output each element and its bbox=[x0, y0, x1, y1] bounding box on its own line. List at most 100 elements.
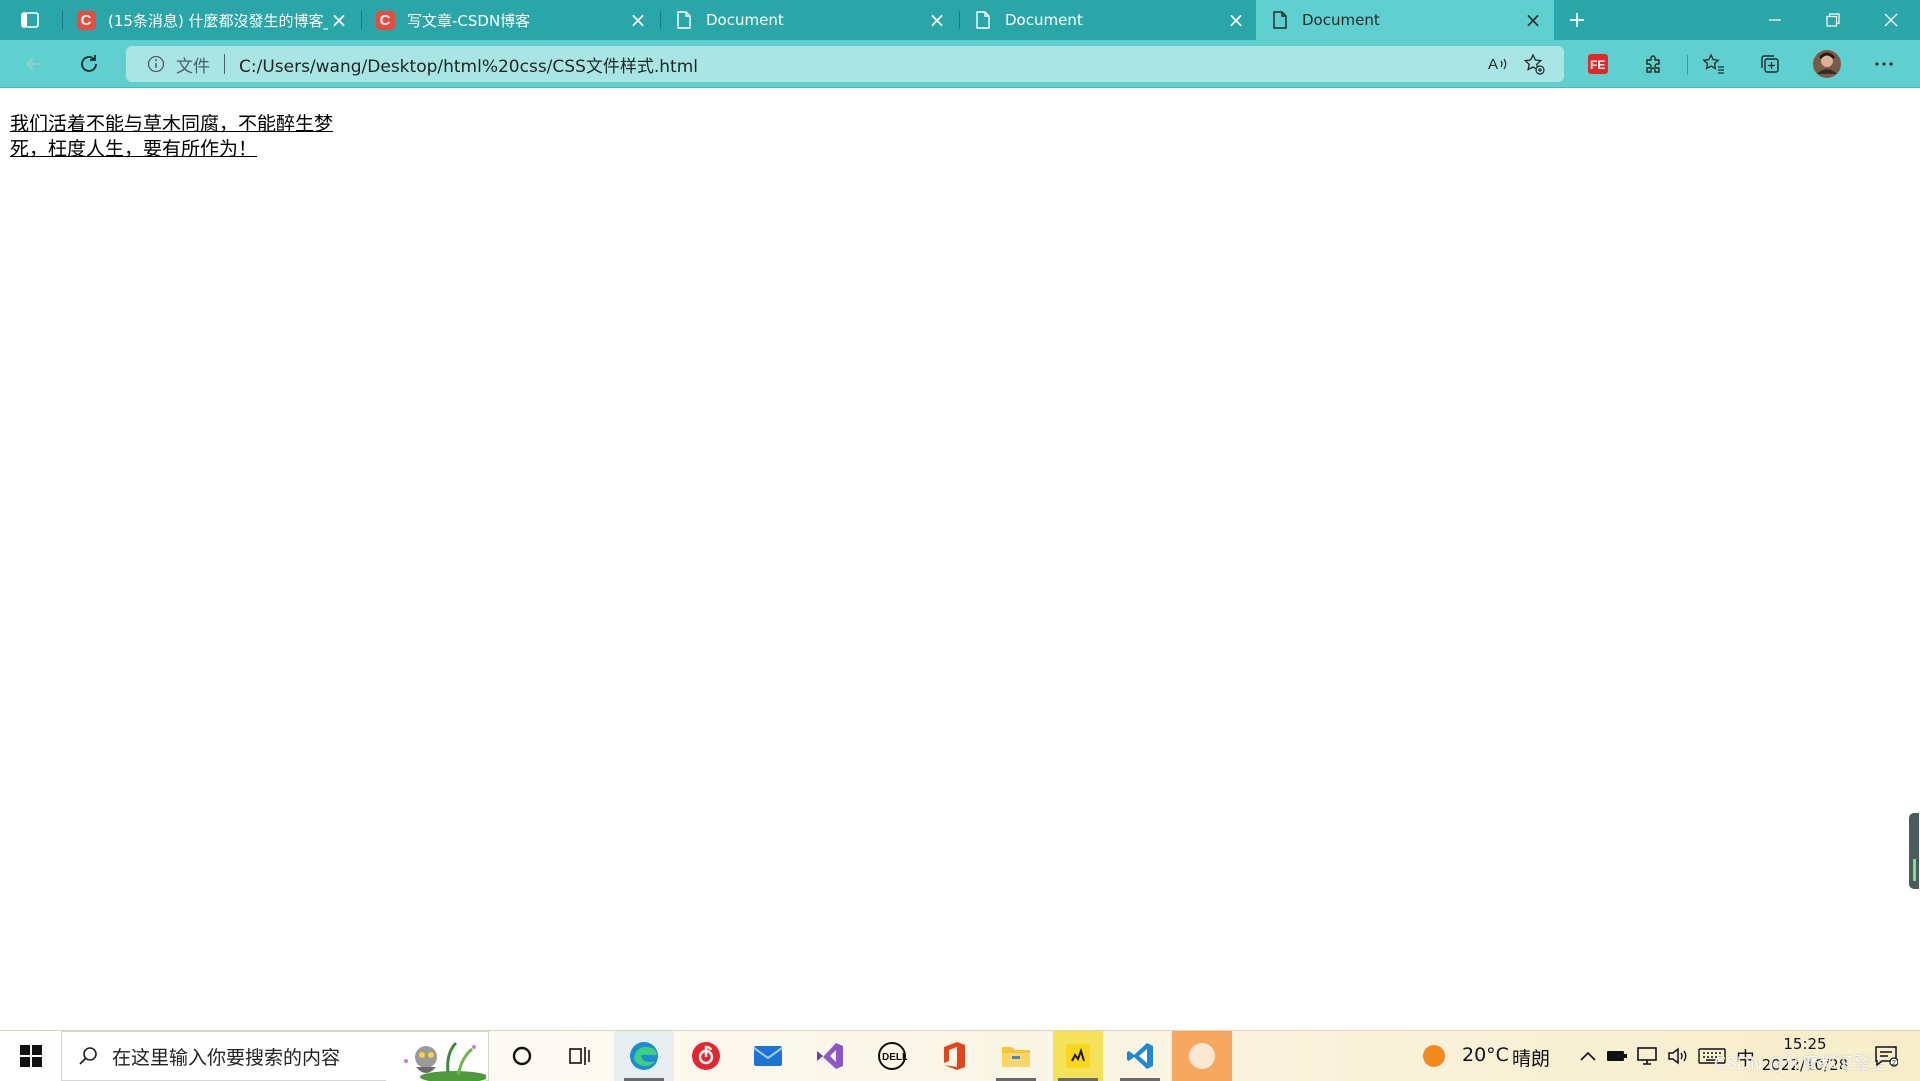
tab-title: Document bbox=[706, 11, 784, 29]
refresh-button[interactable] bbox=[69, 44, 109, 84]
address-divider bbox=[224, 54, 225, 74]
taskbar-file-explorer[interactable] bbox=[991, 1031, 1041, 1081]
add-favorite-icon[interactable] bbox=[1516, 46, 1552, 82]
address-bar[interactable]: 文件 C:/Users/wang/Desktop/html%20css/CSS文… bbox=[126, 46, 1564, 82]
back-button[interactable] bbox=[14, 44, 54, 84]
address-url[interactable]: C:/Users/wang/Desktop/html%20css/CSS文件样式… bbox=[239, 52, 1480, 77]
collections-button[interactable] bbox=[1750, 44, 1790, 84]
page-quote-text: 我们活着不能与草木同腐，不能醉生梦死，枉度人生，要有所作为！ bbox=[10, 113, 334, 160]
close-window-button[interactable] bbox=[1862, 0, 1920, 40]
visual-studio-icon bbox=[817, 1043, 843, 1069]
restore-icon bbox=[1826, 13, 1840, 27]
extensions-button[interactable] bbox=[1634, 44, 1674, 84]
dell-icon: DELL bbox=[878, 1042, 907, 1070]
app-circle-icon bbox=[1189, 1043, 1215, 1069]
favorites-icon bbox=[1702, 53, 1724, 74]
folder-icon bbox=[1002, 1047, 1030, 1067]
cortana-icon bbox=[512, 1046, 532, 1066]
tab-separator bbox=[62, 11, 63, 29]
tab-csdn-write[interactable]: C 写文章-CSDN博客 × bbox=[361, 0, 659, 40]
tab-close-icon[interactable]: × bbox=[1225, 9, 1247, 31]
side-panel-handle[interactable] bbox=[1909, 813, 1919, 889]
tab-title: Document bbox=[1302, 11, 1380, 29]
taskbar-search-box[interactable]: 在这里输入你要搜索的内容 bbox=[61, 1031, 489, 1081]
tab-title: 写文章-CSDN博客 bbox=[407, 11, 531, 30]
taskbar-office[interactable] bbox=[929, 1031, 979, 1081]
search-placeholder: 在这里输入你要搜索的内容 bbox=[112, 1046, 341, 1069]
avatar bbox=[1813, 50, 1841, 78]
tab-document-1[interactable]: Document × bbox=[660, 0, 958, 40]
task-view-button[interactable] bbox=[555, 1031, 605, 1081]
tab-close-icon[interactable]: × bbox=[1522, 9, 1544, 31]
svg-text:A: A bbox=[1488, 56, 1498, 73]
extension-fe-button[interactable]: FE bbox=[1578, 44, 1618, 84]
network-icon[interactable] bbox=[1634, 1031, 1662, 1081]
page-icon bbox=[973, 10, 993, 30]
edge-icon bbox=[630, 1042, 658, 1070]
taskbar-sticky-app[interactable] bbox=[1053, 1031, 1103, 1081]
battery-icon[interactable] bbox=[1604, 1031, 1630, 1081]
settings-menu-button[interactable] bbox=[1864, 44, 1904, 84]
notification-button[interactable]: 2 bbox=[1866, 1031, 1906, 1081]
taskbar-mail[interactable] bbox=[743, 1031, 793, 1081]
tab-actions-icon bbox=[21, 12, 39, 28]
toolbar-divider bbox=[1687, 55, 1688, 75]
plus-icon bbox=[1570, 13, 1584, 27]
search-highlight-image bbox=[386, 1033, 486, 1081]
page-viewport: 我们活着不能与草木同腐，不能醉生梦死，枉度人生，要有所作为！ bbox=[0, 89, 1920, 1029]
taskbar-vscode[interactable] bbox=[1115, 1031, 1165, 1081]
collections-icon bbox=[1761, 55, 1779, 73]
taskbar-dell[interactable]: DELL bbox=[867, 1031, 917, 1081]
csdn-icon: C bbox=[375, 10, 395, 30]
minimize-icon bbox=[1769, 19, 1781, 21]
svg-text:FE: FE bbox=[1590, 58, 1605, 72]
favorites-button[interactable] bbox=[1694, 44, 1734, 84]
taskbar-active-app[interactable] bbox=[1172, 1031, 1232, 1081]
back-arrow-icon bbox=[25, 57, 41, 71]
address-scheme-label: 文件 bbox=[176, 56, 210, 77]
tray-overflow-button[interactable] bbox=[1576, 1031, 1600, 1081]
page-icon bbox=[1270, 10, 1290, 30]
browser-toolbar: 文件 C:/Users/wang/Desktop/html%20css/CSS文… bbox=[0, 40, 1920, 88]
weather-condition[interactable]: 晴朗 bbox=[1512, 1044, 1550, 1071]
tab-actions-button[interactable] bbox=[6, 0, 54, 40]
start-button[interactable] bbox=[8, 1031, 54, 1081]
info-icon[interactable] bbox=[146, 54, 166, 74]
tab-document-active[interactable]: Document × bbox=[1256, 0, 1554, 40]
taskbar-edge[interactable] bbox=[614, 1031, 674, 1081]
taskbar-visual-studio[interactable] bbox=[805, 1031, 855, 1081]
tab-close-icon[interactable]: × bbox=[328, 9, 350, 31]
tab-document-2[interactable]: Document × bbox=[959, 0, 1257, 40]
new-tab-button[interactable] bbox=[1562, 0, 1592, 40]
refresh-icon bbox=[81, 55, 97, 72]
netease-music-icon bbox=[692, 1042, 720, 1070]
tab-close-icon[interactable]: × bbox=[926, 9, 948, 31]
mail-icon bbox=[753, 1046, 783, 1066]
vscode-icon bbox=[1127, 1043, 1153, 1069]
windows-logo-icon bbox=[20, 1045, 42, 1067]
tab-separator bbox=[660, 11, 661, 29]
puzzle-icon bbox=[1646, 55, 1660, 73]
volume-icon[interactable] bbox=[1664, 1031, 1692, 1081]
cortana-button[interactable] bbox=[497, 1031, 547, 1081]
weather-sun-icon[interactable] bbox=[1420, 1031, 1448, 1081]
weather-temperature[interactable]: 20°C bbox=[1462, 1044, 1509, 1066]
profile-button[interactable] bbox=[1807, 44, 1847, 84]
svg-text:2: 2 bbox=[1892, 1060, 1896, 1067]
restore-button[interactable] bbox=[1804, 0, 1862, 40]
windows-taskbar: 在这里输入你要搜索的内容 DELL 20°C 晴朗 中 15:25 2022/1… bbox=[0, 1030, 1920, 1081]
tab-close-icon[interactable]: × bbox=[627, 9, 649, 31]
csdn-icon: C bbox=[76, 10, 96, 30]
tab-separator bbox=[361, 11, 362, 29]
sticky-notes-icon bbox=[1066, 1044, 1090, 1068]
read-aloud-icon[interactable]: A bbox=[1480, 46, 1516, 82]
chevron-up-icon bbox=[1580, 1051, 1596, 1061]
tab-separator bbox=[959, 11, 960, 29]
svg-text:DELL: DELL bbox=[882, 1052, 907, 1063]
fe-extension-icon: FE bbox=[1588, 54, 1608, 74]
minimize-button[interactable] bbox=[1746, 0, 1804, 40]
tab-csdn-blog[interactable]: C (15条消息) 什麼都沒發生的博客_ × bbox=[62, 0, 360, 40]
taskbar-netease-music[interactable] bbox=[681, 1031, 731, 1081]
page-icon bbox=[674, 10, 694, 30]
search-icon bbox=[79, 1047, 97, 1065]
